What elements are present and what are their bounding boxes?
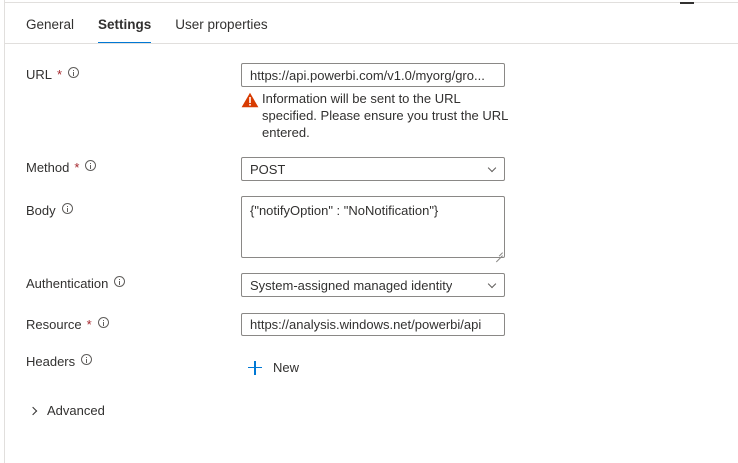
chevron-right-icon <box>28 406 38 415</box>
resource-label: Resource <box>26 317 82 332</box>
tab-general[interactable]: General <box>26 17 74 42</box>
headers-label-row: Headers <box>26 354 93 369</box>
body-value: {"notifyOption" : "NoNotification"} <box>250 203 439 218</box>
method-label-row: Method * <box>26 160 97 175</box>
resource-input[interactable]: https://analysis.windows.net/powerbi/api <box>241 313 505 336</box>
body-label-row: Body <box>26 203 73 218</box>
required-marker: * <box>57 67 63 82</box>
required-marker: * <box>74 160 80 175</box>
tab-settings[interactable]: Settings <box>98 17 152 44</box>
url-warning: Information will be sent to the URL spec… <box>241 90 511 141</box>
add-header-button[interactable]: New <box>248 360 299 375</box>
plus-icon <box>248 360 262 375</box>
method-value: POST <box>250 161 286 177</box>
tab-divider <box>5 43 738 44</box>
chevron-down-icon <box>487 163 497 173</box>
method-label: Method <box>26 160 70 175</box>
body-label: Body <box>26 203 56 218</box>
tab-user-properties[interactable]: User properties <box>175 17 267 42</box>
advanced-toggle[interactable]: Advanced <box>28 403 105 418</box>
info-icon[interactable] <box>61 203 73 214</box>
new-label: New <box>273 360 300 375</box>
authentication-label: Authentication <box>26 276 109 291</box>
headers-label: Headers <box>26 354 76 369</box>
required-marker: * <box>86 317 92 332</box>
info-icon[interactable] <box>81 354 93 365</box>
method-dropdown[interactable]: POST <box>241 157 505 181</box>
resource-value: https://analysis.windows.net/powerbi/api <box>250 317 482 332</box>
url-input[interactable]: https://api.powerbi.com/v1.0/myorg/gro..… <box>241 63 505 87</box>
authentication-value: System-assigned managed identity <box>250 277 453 293</box>
resize-handle[interactable] <box>495 248 503 256</box>
authentication-dropdown[interactable]: System-assigned managed identity <box>241 273 505 297</box>
warning-triangle-icon <box>241 92 259 108</box>
resource-label-row: Resource * <box>26 317 109 332</box>
info-icon[interactable] <box>85 160 97 171</box>
url-input-value: https://api.powerbi.com/v1.0/myorg/gro..… <box>250 67 485 83</box>
chevron-down-icon <box>487 279 497 289</box>
authentication-label-row: Authentication <box>26 276 126 291</box>
panel-left-border <box>4 0 5 463</box>
warning-text: Information will be sent to the URL spec… <box>262 91 508 140</box>
info-icon[interactable] <box>114 276 126 287</box>
minimize-icon[interactable] <box>680 2 694 4</box>
url-label-row: URL * <box>26 67 80 82</box>
tab-bar: General Settings User properties <box>26 17 292 44</box>
panel-top-border <box>4 2 738 3</box>
info-icon[interactable] <box>97 317 109 328</box>
advanced-label: Advanced <box>47 403 105 418</box>
body-textarea[interactable]: {"notifyOption" : "NoNotification"} <box>241 196 505 258</box>
url-label: URL <box>26 67 53 82</box>
info-icon[interactable] <box>68 67 80 78</box>
